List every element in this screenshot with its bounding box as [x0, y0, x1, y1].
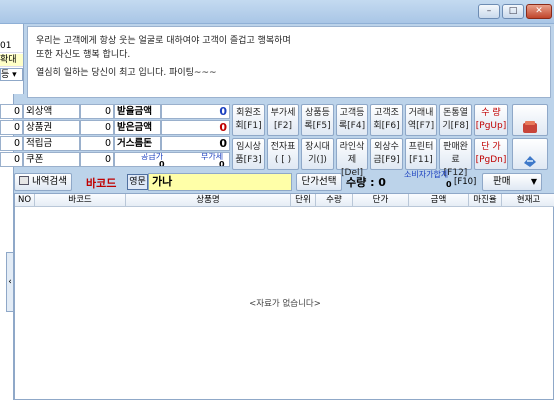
- customer-lookup-button[interactable]: 고객조 회[F6]: [370, 104, 403, 136]
- window-title-bar: [0, 0, 554, 24]
- vat-button[interactable]: 부가세 [F2]: [267, 104, 299, 136]
- totals-row-points: 0 적립금 0 거스름돈 0: [0, 136, 232, 151]
- voucher-value: 0: [0, 120, 23, 135]
- points-value: 0: [0, 136, 23, 151]
- col-unit-price[interactable]: 단가: [353, 194, 409, 207]
- hold-button[interactable]: 장시대 기(]): [301, 138, 334, 170]
- quantity-button[interactable]: 수 량 [PgUp]: [474, 104, 508, 136]
- unit-price-button[interactable]: 단 가 [PgDn]: [474, 138, 508, 170]
- product-register-button[interactable]: 상품등 록[F5]: [301, 104, 334, 136]
- delete-line-button[interactable]: 라인삭 제[Del]: [336, 138, 368, 178]
- sale-complete-button[interactable]: 판매완 료[F12]: [439, 138, 472, 178]
- credit-amount: 0: [80, 104, 114, 119]
- credit-value: 0: [0, 104, 23, 119]
- consumer-total-value: 0: [446, 180, 452, 189]
- ime-toggle[interactable]: 영문: [127, 174, 148, 190]
- voucher-amount: 0: [80, 120, 114, 135]
- transaction-history-button[interactable]: 거래내 역[F7]: [405, 104, 437, 136]
- printer-button[interactable]: 프린터 [F11]: [405, 138, 437, 170]
- notice-line-3: 열심히 일하는 당신이 최고 입니다. 파이팅~~~: [36, 68, 217, 78]
- cash-icon: [523, 121, 537, 133]
- list-icon: [19, 176, 29, 185]
- consumer-total-label: 소비자가합계: [404, 170, 449, 179]
- price-select-button[interactable]: 단가선택: [296, 173, 342, 191]
- col-margin[interactable]: 마진율: [469, 194, 502, 207]
- points-label: 적립금: [23, 136, 80, 151]
- col-stock[interactable]: 현재고: [502, 194, 554, 207]
- close-button[interactable]: ✕: [526, 4, 552, 19]
- coupon-amount: 0: [80, 152, 114, 167]
- supply-value: 0: [159, 160, 165, 167]
- member-lookup-button[interactable]: 회원조 회[F1]: [232, 104, 265, 136]
- change-value: 0: [161, 136, 230, 151]
- minimize-button[interactable]: –: [478, 4, 500, 19]
- totals-row-coupon: 0 쿠폰 0 공급가 0 부가세 0: [0, 152, 232, 167]
- notice-line-1: 우리는 고객에게 항상 웃는 얼굴로 대하여야 고객이 즐겁고 행복하며: [36, 36, 291, 46]
- history-search-label: 내역검색: [32, 176, 67, 187]
- totals-row-voucher: 0 상품권 0 받은금액 0: [0, 120, 232, 135]
- notice-panel: 우리는 고객에게 항상 웃는 얼굴로 대하여야 고객이 즐겁고 행복하며 또한 …: [27, 26, 551, 98]
- f10-key: [F10]: [454, 177, 477, 187]
- card-icon: [524, 156, 536, 167]
- totals-row-credit: 0 외상액 0 받을금액 0: [0, 104, 232, 119]
- supply-vat-box: 공급가 0 부가세 0: [114, 152, 230, 167]
- grade-dropdown[interactable]: 등 ▾: [0, 68, 23, 81]
- barcode-input[interactable]: 가나: [148, 173, 292, 191]
- col-amount[interactable]: 금액: [409, 194, 469, 207]
- zoom-button[interactable]: 확대: [0, 54, 23, 67]
- col-product-name[interactable]: 상품명: [126, 194, 291, 207]
- credit-collect-button[interactable]: 외상수 금[F9]: [370, 138, 403, 170]
- temp-product-button[interactable]: 임시상 품[F3]: [232, 138, 265, 170]
- points-amount: 0: [80, 136, 114, 151]
- vat-value: 0: [219, 160, 225, 167]
- voucher-label: 상품권: [23, 120, 80, 135]
- quantity-display: 수량 : 0: [346, 176, 386, 189]
- received-value: 0: [161, 120, 230, 135]
- open-drawer-button[interactable]: 돈통열 기[F8]: [439, 104, 472, 136]
- mode-value: 판매: [493, 176, 511, 187]
- history-search-button[interactable]: 내역검색: [14, 173, 72, 191]
- left-panel-code: 01: [0, 40, 23, 53]
- empty-message: <자료가 없습니다>: [249, 299, 321, 309]
- cash-button[interactable]: 현 금: [512, 104, 548, 158]
- maximize-button[interactable]: □: [502, 4, 524, 19]
- coupon-value: 0: [0, 152, 23, 167]
- notice-line-2: 또한 자신도 행복 합니다.: [36, 50, 131, 60]
- col-barcode[interactable]: 바코드: [35, 194, 126, 207]
- mode-dropdown[interactable]: 판매 ▼: [482, 173, 542, 191]
- barcode-label: 바코드: [86, 177, 117, 190]
- col-quantity[interactable]: 수량: [316, 194, 353, 207]
- coupon-label: 쿠폰: [23, 152, 80, 167]
- panel-collapse-handle[interactable]: ‹: [6, 252, 14, 312]
- received-label: 받은금액: [114, 120, 161, 135]
- customer-register-button[interactable]: 고객등 록[F4]: [336, 104, 368, 136]
- chevron-down-icon: ▼: [530, 177, 537, 186]
- e-scale-button[interactable]: 전자표 ( [ ): [267, 138, 299, 170]
- col-unit[interactable]: 단위: [291, 194, 316, 207]
- credit-label: 외상액: [23, 104, 80, 119]
- sales-grid[interactable]: NO 바코드 상품명 단위 수량 단가 금액 마진율 현재고 <자료가 없습니다…: [14, 193, 554, 400]
- receivable-label: 받을금액: [114, 104, 161, 119]
- change-label: 거스름돈: [114, 136, 161, 151]
- col-no[interactable]: NO: [15, 194, 35, 207]
- receivable-value: 0: [161, 104, 230, 119]
- card-button[interactable]: 카 드: [512, 138, 548, 192]
